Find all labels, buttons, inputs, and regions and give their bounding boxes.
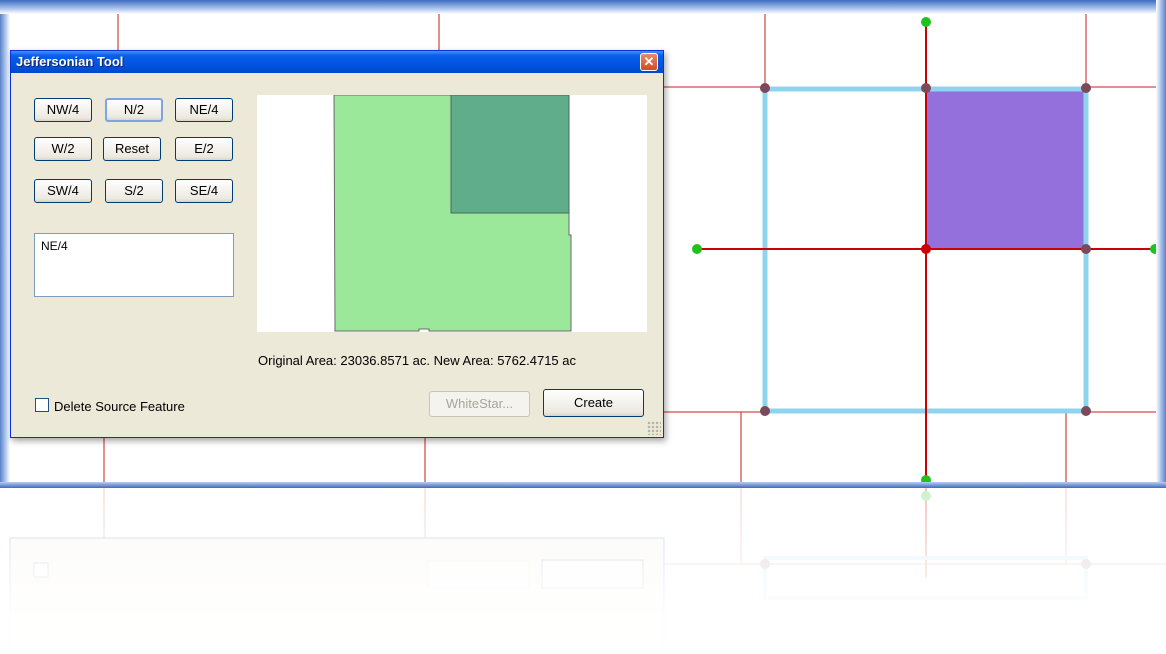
area-summary: Original Area: 23036.8571 ac. New Area: …	[258, 353, 576, 368]
whitestar-button[interactable]: WhiteStar...	[429, 391, 530, 417]
list-item[interactable]: NE/4	[41, 239, 227, 253]
map-canvas[interactable]: Jeffersonian Tool ✕ NW/4 N/2 NE/4 W/2 Re…	[0, 0, 1166, 488]
n2-button[interactable]: N/2	[105, 98, 163, 122]
delete-source-checkbox[interactable]	[35, 398, 49, 412]
close-icon[interactable]: ✕	[640, 53, 658, 71]
s2-button[interactable]: S/2	[105, 179, 163, 203]
vertex-node-icon	[1081, 83, 1091, 93]
jeffersonian-tool-dialog[interactable]: Jeffersonian Tool ✕ NW/4 N/2 NE/4 W/2 Re…	[10, 50, 664, 438]
reflection-effect	[0, 488, 1166, 654]
vertex-node-icon	[921, 17, 931, 27]
screenshot-scene: Jeffersonian Tool ✕ NW/4 N/2 NE/4 W/2 Re…	[0, 0, 1166, 654]
selected-quarter-fill[interactable]	[926, 89, 1086, 249]
vertex-node-icon	[760, 406, 770, 416]
vertex-node-icon	[1081, 406, 1091, 416]
w2-button[interactable]: W/2	[34, 137, 92, 161]
e2-button[interactable]: E/2	[175, 137, 233, 161]
frame-left-edge	[0, 0, 10, 488]
sw4-button[interactable]: SW/4	[34, 179, 92, 203]
frame-top-edge	[0, 0, 1166, 14]
parcel-preview	[333, 94, 572, 332]
frame-right-edge	[1156, 0, 1166, 488]
preview-panel	[257, 94, 647, 332]
create-button[interactable]: Create	[543, 389, 644, 417]
dialog-title: Jeffersonian Tool	[16, 54, 124, 69]
selection-list[interactable]: NE/4	[34, 233, 234, 297]
reflection-fade	[0, 488, 1166, 654]
vertex-node-icon	[760, 83, 770, 93]
vertex-node-icon	[1081, 244, 1091, 254]
delete-source-label: Delete Source Feature	[54, 399, 185, 414]
vertex-node-icon	[921, 83, 931, 93]
vertex-node-icon	[692, 244, 702, 254]
vertex-node-icon	[921, 244, 931, 254]
nw4-button[interactable]: NW/4	[34, 98, 92, 122]
reset-button[interactable]: Reset	[103, 137, 161, 161]
se4-button[interactable]: SE/4	[175, 179, 233, 203]
resize-grip-icon[interactable]	[647, 421, 661, 435]
dialog-titlebar[interactable]: Jeffersonian Tool ✕	[11, 51, 663, 73]
preview-selected-quarter	[450, 94, 570, 214]
ne4-button[interactable]: NE/4	[175, 98, 233, 122]
